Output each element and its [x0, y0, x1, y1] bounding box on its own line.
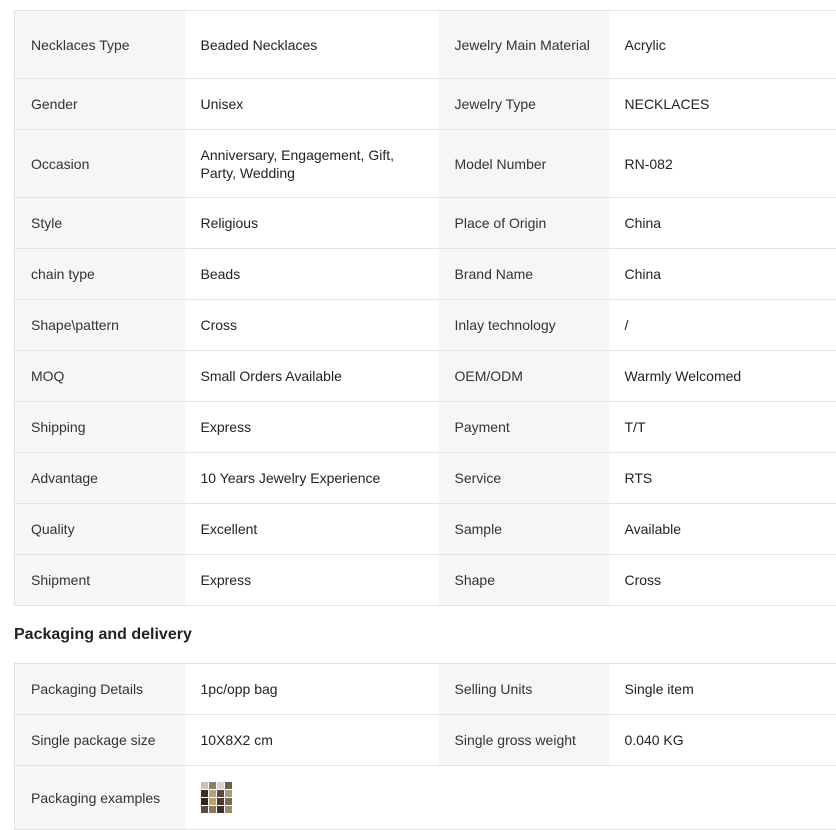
- spec-value: Acrylic: [609, 11, 836, 79]
- spec-value: Express: [185, 555, 439, 606]
- spec-key: Inlay technology: [439, 300, 609, 351]
- spec-key: Single gross weight: [439, 715, 609, 766]
- product-details: Necklaces Type Beaded Necklaces Jewelry …: [14, 10, 836, 830]
- spec-value: Available: [609, 504, 836, 555]
- spec-key: Brand Name: [439, 249, 609, 300]
- spec-value: Religious: [185, 198, 439, 249]
- spec-key: Shipping: [15, 402, 185, 453]
- spec-key: Sample: [439, 504, 609, 555]
- table-row: Quality Excellent Sample Available: [15, 504, 836, 555]
- spec-value: 1pc/opp bag: [185, 664, 439, 715]
- spec-value: Excellent: [185, 504, 439, 555]
- spec-value: Anniversary, Engagement, Gift, Party, We…: [185, 130, 439, 198]
- spec-key: Gender: [15, 79, 185, 130]
- spec-key: Service: [439, 453, 609, 504]
- spec-key: Shape: [439, 555, 609, 606]
- spec-value: 10X8X2 cm: [185, 715, 439, 766]
- specs-table: Necklaces Type Beaded Necklaces Jewelry …: [14, 10, 836, 606]
- spec-value: RN-082: [609, 130, 836, 198]
- spec-key: Model Number: [439, 130, 609, 198]
- spec-value: Unisex: [185, 79, 439, 130]
- spec-value: Beaded Necklaces: [185, 11, 439, 79]
- spec-key: Single package size: [15, 715, 185, 766]
- spec-key: Place of Origin: [439, 198, 609, 249]
- spec-value: Cross: [609, 555, 836, 606]
- spec-value: Warmly Welcomed: [609, 351, 836, 402]
- spec-key: Jewelry Main Material: [439, 11, 609, 79]
- table-row: Single package size 10X8X2 cm Single gro…: [15, 715, 836, 766]
- table-row: chain type Beads Brand Name China: [15, 249, 836, 300]
- spec-value: NECKLACES: [609, 79, 836, 130]
- spec-key: Jewelry Type: [439, 79, 609, 130]
- packaging-example-thumbnail[interactable]: [201, 782, 232, 813]
- spec-key: chain type: [15, 249, 185, 300]
- spec-key: Packaging examples: [15, 766, 185, 830]
- spec-value: Small Orders Available: [185, 351, 439, 402]
- spec-value: T/T: [609, 402, 836, 453]
- table-row: MOQ Small Orders Available OEM/ODM Warml…: [15, 351, 836, 402]
- table-row: Shape\pattern Cross Inlay technology /: [15, 300, 836, 351]
- spec-value: 10 Years Jewelry Experience: [185, 453, 439, 504]
- table-row: Style Religious Place of Origin China: [15, 198, 836, 249]
- spec-value: Single item: [609, 664, 836, 715]
- spec-key: Packaging Details: [15, 664, 185, 715]
- spec-key: Style: [15, 198, 185, 249]
- spec-value: Express: [185, 402, 439, 453]
- table-row: Advantage 10 Years Jewelry Experience Se…: [15, 453, 836, 504]
- spec-key: Necklaces Type: [15, 11, 185, 79]
- spec-value: Cross: [185, 300, 439, 351]
- packaging-examples-cell: [185, 766, 836, 830]
- spec-key: OEM/ODM: [439, 351, 609, 402]
- spec-value: RTS: [609, 453, 836, 504]
- table-row: Packaging examples: [15, 766, 836, 830]
- packaging-section-title: Packaging and delivery: [14, 606, 836, 663]
- spec-value: /: [609, 300, 836, 351]
- table-row: Necklaces Type Beaded Necklaces Jewelry …: [15, 11, 836, 79]
- spec-value: China: [609, 249, 836, 300]
- spec-key: Shape\pattern: [15, 300, 185, 351]
- spec-value: China: [609, 198, 836, 249]
- spec-key: Advantage: [15, 453, 185, 504]
- spec-value: 0.040 KG: [609, 715, 836, 766]
- spec-key: MOQ: [15, 351, 185, 402]
- packaging-table: Packaging Details 1pc/opp bag Selling Un…: [14, 663, 836, 830]
- spec-key: Shipment: [15, 555, 185, 606]
- table-row: Occasion Anniversary, Engagement, Gift, …: [15, 130, 836, 198]
- table-row: Gender Unisex Jewelry Type NECKLACES: [15, 79, 836, 130]
- spec-key: Occasion: [15, 130, 185, 198]
- spec-key: Selling Units: [439, 664, 609, 715]
- spec-key: Quality: [15, 504, 185, 555]
- spec-key: Payment: [439, 402, 609, 453]
- table-row: Shipping Express Payment T/T: [15, 402, 836, 453]
- table-row: Packaging Details 1pc/opp bag Selling Un…: [15, 664, 836, 715]
- table-row: Shipment Express Shape Cross: [15, 555, 836, 606]
- spec-value: Beads: [185, 249, 439, 300]
